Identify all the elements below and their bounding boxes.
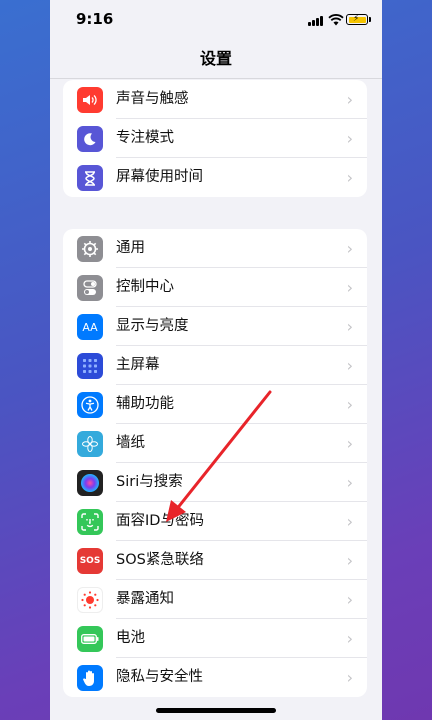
- speaker-icon: [77, 87, 103, 113]
- battery-status-icon: ⚡: [346, 14, 368, 25]
- settings-screen: 9:16 ⚡ 设置 声音与触感 › 专注模式 › 屏幕使用时间 › 通用 › 控…: [50, 0, 382, 720]
- status-bar: 9:16 ⚡: [50, 0, 382, 40]
- toggle-icon: [77, 275, 103, 301]
- settings-row-label: 显示与亮度: [116, 318, 189, 334]
- settings-row-display[interactable]: AA 显示与亮度 ›: [63, 307, 367, 346]
- settings-row-label: 电池: [116, 630, 145, 646]
- text-size-glyph: AA: [82, 320, 98, 334]
- settings-row-label: 面容ID与密码: [116, 513, 204, 529]
- chevron-right-icon: ›: [346, 668, 353, 687]
- settings-row-focus[interactable]: 专注模式 ›: [63, 119, 367, 158]
- accessibility-icon: [77, 392, 103, 418]
- settings-row-label: 主屏幕: [116, 357, 160, 373]
- chevron-right-icon: ›: [346, 590, 353, 609]
- sos-glyph: SOS: [79, 556, 101, 566]
- settings-row-screen-time[interactable]: 屏幕使用时间 ›: [63, 158, 367, 197]
- cellular-signal-icon: [308, 16, 324, 26]
- settings-group-2: 通用 › 控制中心 › AA 显示与亮度 › 主屏幕 › 辅助功能 › 墙纸 ›…: [63, 229, 367, 697]
- chevron-right-icon: ›: [346, 278, 353, 297]
- settings-row-privacy[interactable]: 隐私与安全性 ›: [63, 658, 367, 697]
- chevron-right-icon: ›: [346, 434, 353, 453]
- settings-row-label: 辅助功能: [116, 396, 174, 412]
- page-title: 设置: [199, 49, 232, 68]
- sos-icon: SOS: [77, 548, 103, 574]
- siri-icon: [77, 470, 103, 496]
- settings-row-label: 声音与触感: [116, 91, 189, 107]
- hourglass-icon: [77, 165, 103, 191]
- chevron-right-icon: ›: [346, 512, 353, 531]
- settings-row-label: 暴露通知: [116, 591, 174, 607]
- chevron-right-icon: ›: [346, 317, 353, 336]
- chevron-right-icon: ›: [346, 90, 353, 109]
- battery-cap: [369, 17, 371, 22]
- chevron-right-icon: ›: [346, 168, 353, 187]
- hand-icon: [77, 665, 103, 691]
- chevron-right-icon: ›: [346, 129, 353, 148]
- gear-icon: [77, 236, 103, 262]
- settings-row-battery[interactable]: 电池 ›: [63, 619, 367, 658]
- chevron-right-icon: ›: [346, 473, 353, 492]
- settings-group-1: 声音与触感 › 专注模式 › 屏幕使用时间 ›: [63, 80, 367, 197]
- settings-row-label: 墙纸: [116, 435, 145, 451]
- chevron-right-icon: ›: [346, 239, 353, 258]
- settings-row-face-id[interactable]: 面容ID与密码 ›: [63, 502, 367, 541]
- home-indicator[interactable]: [156, 708, 276, 713]
- settings-row-label: Siri与搜索: [116, 474, 183, 490]
- settings-row-wallpaper[interactable]: 墙纸 ›: [63, 424, 367, 463]
- moon-icon: [77, 126, 103, 152]
- settings-row-label: SOS紧急联络: [116, 552, 204, 568]
- settings-row-sos[interactable]: SOS SOS紧急联络 ›: [63, 541, 367, 580]
- settings-row-sounds[interactable]: 声音与触感 ›: [63, 80, 367, 119]
- app-grid-icon: [77, 353, 103, 379]
- settings-row-exposure[interactable]: 暴露通知 ›: [63, 580, 367, 619]
- wifi-icon: [328, 14, 344, 26]
- settings-row-label: 专注模式: [116, 130, 174, 146]
- status-time: 9:16: [76, 10, 114, 28]
- navigation-bar: 设置: [50, 40, 382, 79]
- settings-row-label: 通用: [116, 240, 145, 256]
- chevron-right-icon: ›: [346, 395, 353, 414]
- settings-row-home-screen[interactable]: 主屏幕 ›: [63, 346, 367, 385]
- settings-row-control-center[interactable]: 控制中心 ›: [63, 268, 367, 307]
- face-id-icon: [77, 509, 103, 535]
- settings-row-label: 屏幕使用时间: [116, 169, 203, 185]
- flower-icon: [77, 431, 103, 457]
- chevron-right-icon: ›: [346, 356, 353, 375]
- battery-icon: [77, 626, 103, 652]
- chevron-right-icon: ›: [346, 551, 353, 570]
- chevron-right-icon: ›: [346, 629, 353, 648]
- settings-row-accessibility[interactable]: 辅助功能 ›: [63, 385, 367, 424]
- settings-row-label: 隐私与安全性: [116, 669, 203, 685]
- text-size-icon: AA: [77, 314, 103, 340]
- settings-row-siri[interactable]: Siri与搜索 ›: [63, 463, 367, 502]
- exposure-icon: [77, 587, 103, 613]
- settings-row-label: 控制中心: [116, 279, 174, 295]
- settings-row-general[interactable]: 通用 ›: [63, 229, 367, 268]
